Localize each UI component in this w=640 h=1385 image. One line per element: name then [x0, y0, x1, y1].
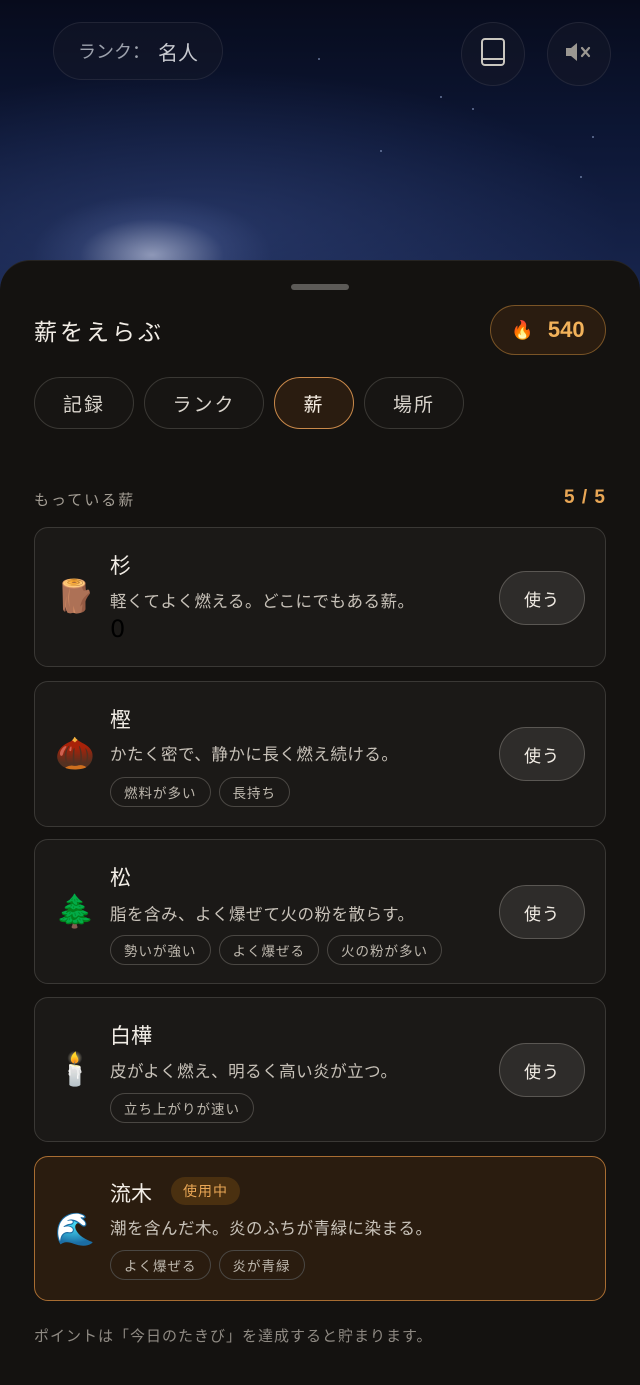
- wood-card-ryuboku: 🌊 流木 使用中 潮を含んだ木。炎のふちが青緑に染まる。 よく爆ぜる 炎が青緑: [34, 1156, 606, 1301]
- drag-handle[interactable]: [291, 284, 349, 290]
- rank-value: 名人: [158, 40, 198, 65]
- use-button[interactable]: 使う: [499, 571, 585, 625]
- owned-count: 5 / 5: [564, 487, 606, 508]
- book-button[interactable]: [461, 22, 525, 86]
- tag: 燃料が多い: [110, 777, 211, 807]
- tab-place[interactable]: 場所: [364, 377, 464, 429]
- wood-select-sheet: 薪をえらぶ 🔥 540 記録 ランク 薪 場所 もっている薪 5 / 5 🪵 杉…: [0, 260, 640, 1385]
- use-button[interactable]: 使う: [499, 727, 585, 781]
- use-button[interactable]: 使う: [499, 885, 585, 939]
- tag: 長持ち: [218, 777, 290, 807]
- rank-label: ランク：: [78, 42, 150, 63]
- points-value: 540: [547, 317, 585, 342]
- mute-button[interactable]: [547, 22, 611, 86]
- tab-records[interactable]: 記録: [34, 377, 134, 429]
- wood-card-shirakaba: 🕯️ 白樺 皮がよく燃え、明るく高い炎が立つ。 立ち上がりが速い 使う: [34, 997, 606, 1142]
- pine-tree-icon: 🌲: [55, 892, 95, 930]
- wood-name: 樫: [110, 708, 131, 732]
- points-badge: 🔥 540: [490, 305, 606, 355]
- tab-wood[interactable]: 薪: [274, 377, 354, 429]
- wood-description: かたく密で、静かに長く燃え続ける。: [110, 745, 399, 764]
- wood-count: 0: [110, 615, 126, 643]
- owned-label: もっている薪: [34, 491, 136, 509]
- tag: よく爆ぜる: [218, 935, 319, 965]
- footer-note: ポイントは「今日のたきび」を達成すると貯まります。: [34, 1327, 433, 1345]
- tab-rank[interactable]: ランク: [144, 377, 264, 429]
- wood-card-matsu: 🌲 松 脂を含み、よく爆ぜて火の粉を散らす。 勢いが強い よく爆ぜる 火の粉が多…: [34, 839, 606, 984]
- rank-indicator: ランク： 名人: [53, 22, 223, 80]
- in-use-badge: 使用中: [171, 1177, 240, 1205]
- book-icon: [480, 37, 506, 71]
- tag: 勢いが強い: [110, 935, 211, 965]
- sheet-title: 薪をえらぶ: [34, 320, 164, 346]
- wood-description: 皮がよく燃え、明るく高い炎が立つ。: [110, 1062, 398, 1081]
- log-icon: 🪵: [55, 577, 95, 615]
- tag-list: 立ち上がりが速い: [110, 1093, 254, 1123]
- fire-icon: 🔥: [511, 319, 534, 341]
- use-button[interactable]: 使う: [499, 1043, 585, 1097]
- wood-description: 軽くてよく燃える。どこにでもある薪。: [110, 592, 415, 611]
- chestnut-icon: 🌰: [55, 734, 95, 772]
- tag: よく爆ぜる: [110, 1250, 211, 1280]
- tag: 立ち上がりが速い: [110, 1093, 254, 1123]
- wood-card-kashi: 🌰 樫 かたく密で、静かに長く燃え続ける。 燃料が多い 長持ち 使う: [34, 681, 606, 827]
- tag-list: 勢いが強い よく爆ぜる 火の粉が多い: [110, 935, 442, 965]
- wood-card-sugi: 🪵 杉 軽くてよく燃える。どこにでもある薪。 0 使う: [34, 527, 606, 667]
- tab-bar: 記録 ランク 薪 場所: [34, 377, 464, 429]
- tag-list: よく爆ぜる 炎が青緑: [110, 1250, 305, 1280]
- wood-name: 杉: [110, 554, 131, 578]
- wood-description: 脂を含み、よく爆ぜて火の粉を散らす。: [110, 905, 415, 924]
- candle-icon: 🕯️: [55, 1050, 95, 1088]
- wood-name: 白樺: [110, 1024, 152, 1048]
- wave-icon: 🌊: [55, 1210, 95, 1248]
- wood-description: 潮を含んだ木。炎のふちが青緑に染まる。: [110, 1219, 433, 1238]
- speaker-mute-icon: [564, 40, 594, 68]
- tag-list: 燃料が多い 長持ち: [110, 777, 290, 807]
- wood-name: 松: [110, 866, 131, 890]
- tag: 炎が青緑: [218, 1250, 305, 1280]
- tag: 火の粉が多い: [327, 935, 442, 965]
- wood-name: 流木: [110, 1182, 152, 1206]
